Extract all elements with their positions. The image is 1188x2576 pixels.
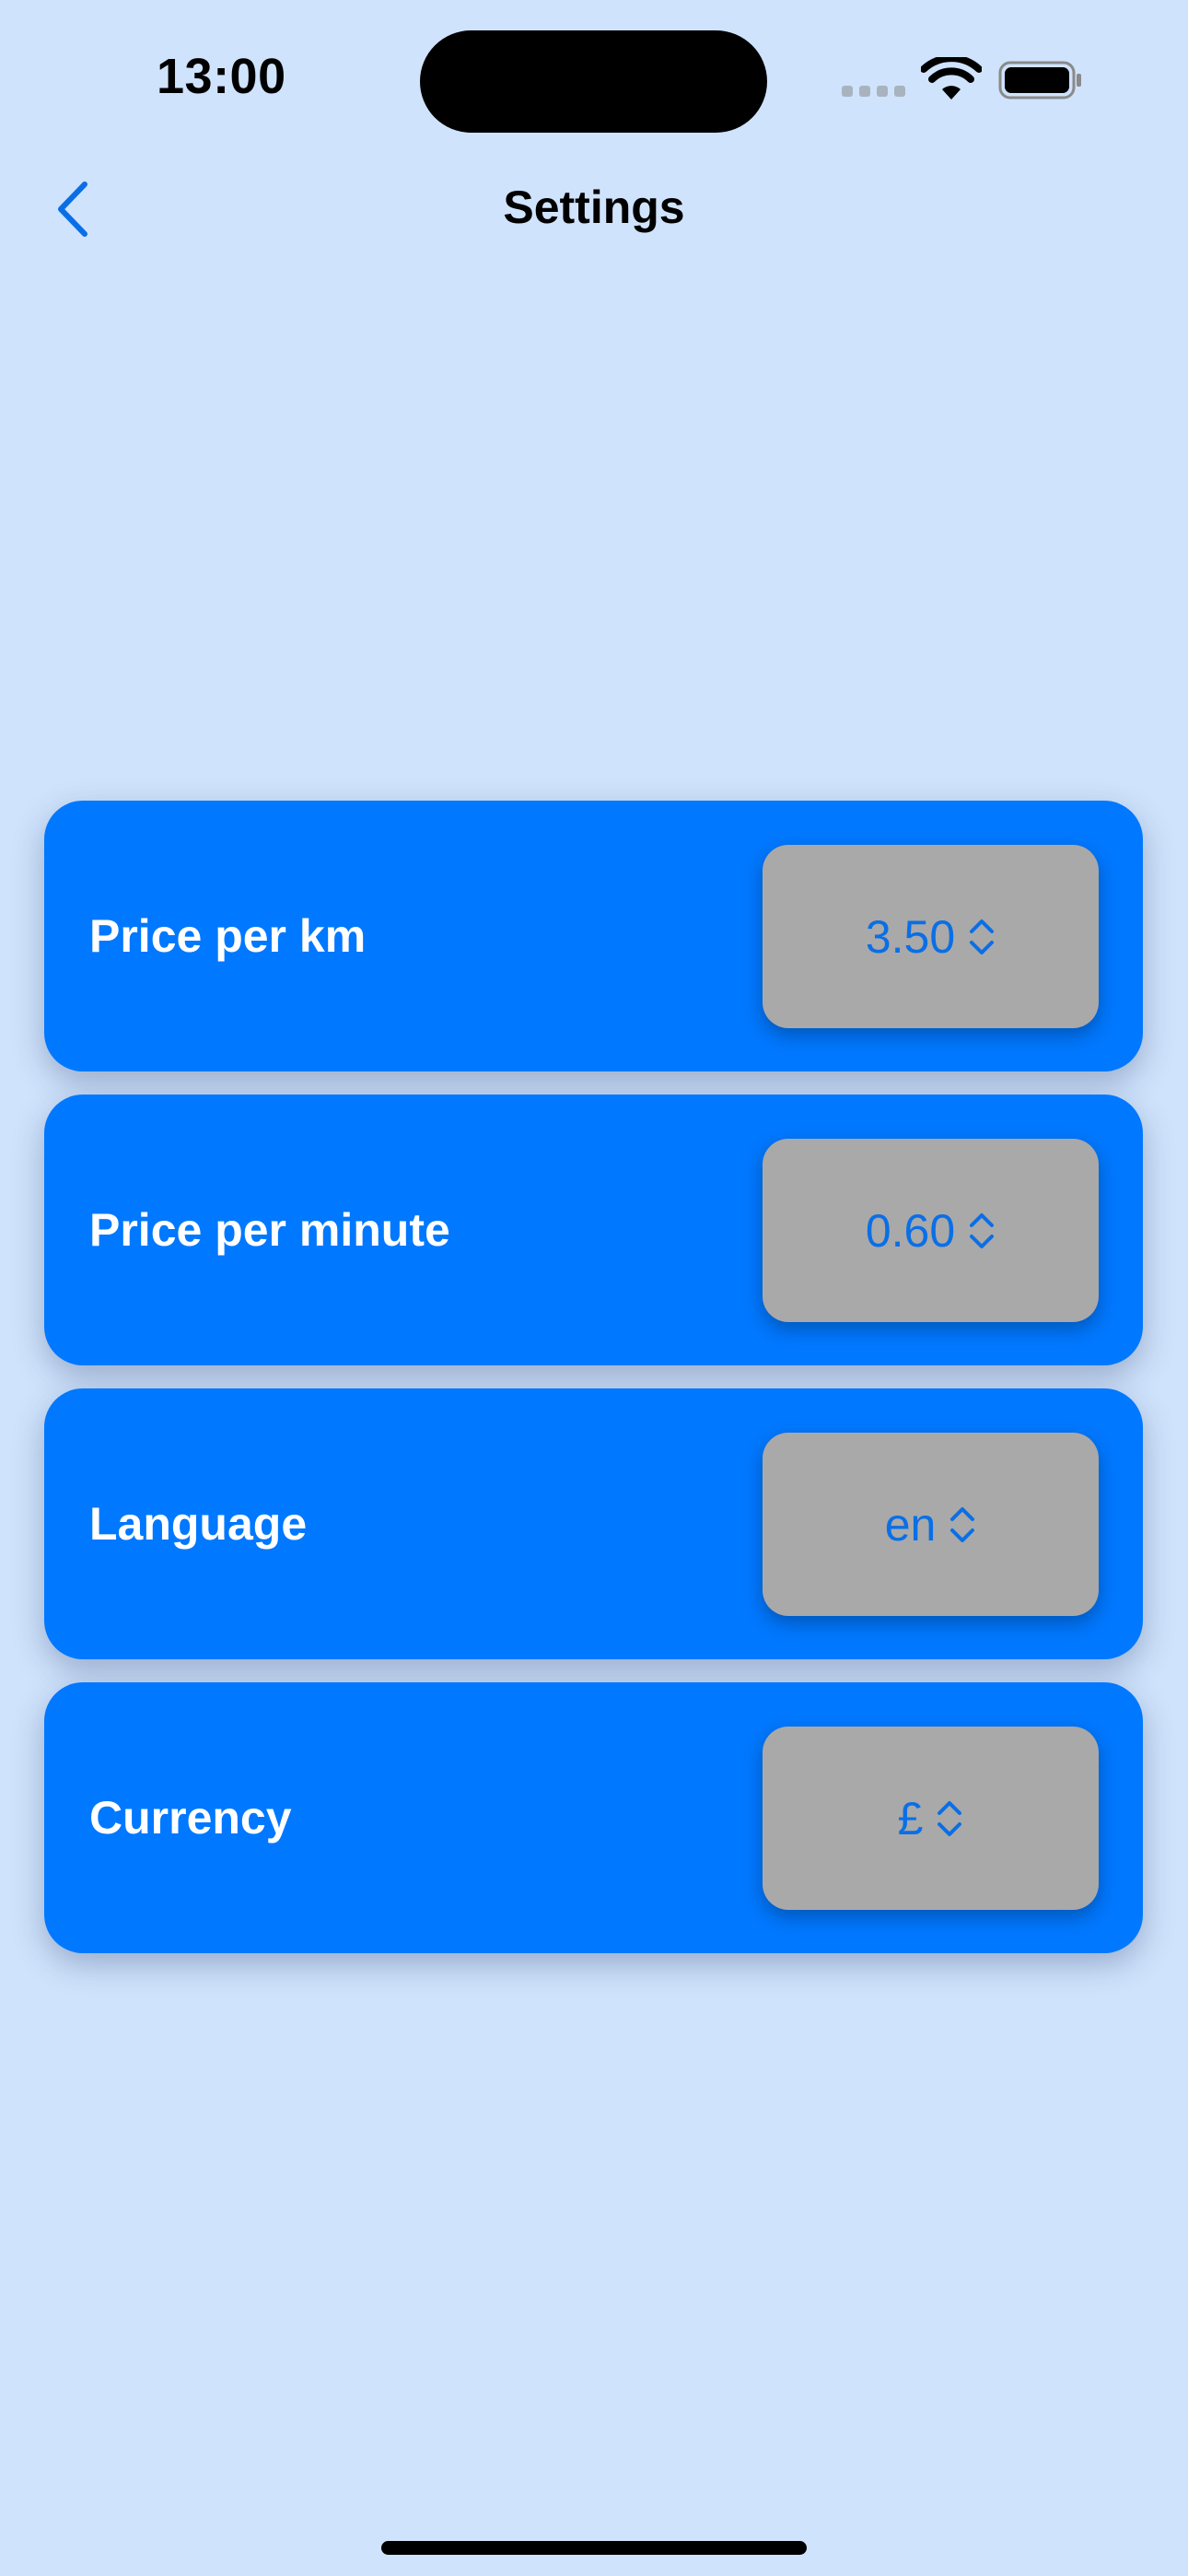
picker-value: 0.60: [865, 1204, 956, 1257]
wifi-icon: [921, 57, 982, 100]
language-picker[interactable]: en: [763, 1433, 1099, 1616]
currency-picker[interactable]: £: [763, 1727, 1099, 1910]
setting-label: Language: [89, 1498, 308, 1550]
home-indicator[interactable]: [381, 2541, 807, 2555]
setting-row-language: Language en: [44, 1388, 1143, 1659]
setting-row-price-per-km: Price per km 3.50: [44, 801, 1143, 1071]
chevron-up-down-icon: [950, 1506, 975, 1542]
picker-value: £: [897, 1792, 924, 1844]
setting-label: Price per minute: [89, 1204, 450, 1256]
price-per-minute-picker[interactable]: 0.60: [763, 1139, 1099, 1322]
settings-list: Price per km 3.50 Price per minute 0.60 …: [44, 801, 1143, 1976]
picker-value: 3.50: [865, 910, 956, 963]
status-time: 13:00: [157, 49, 286, 104]
cellular-signal-icon: [842, 86, 906, 99]
dynamic-island: [420, 30, 767, 133]
setting-label: Price per km: [89, 910, 367, 962]
picker-value: en: [884, 1498, 937, 1551]
chevron-up-down-icon: [938, 1800, 962, 1836]
price-per-km-picker[interactable]: 3.50: [763, 845, 1099, 1028]
setting-label: Currency: [89, 1792, 292, 1844]
setting-row-price-per-minute: Price per minute 0.60: [44, 1095, 1143, 1365]
battery-icon: [998, 61, 1081, 100]
setting-row-currency: Currency £: [44, 1682, 1143, 1953]
page-title: Settings: [503, 181, 685, 233]
chevron-up-down-icon: [970, 1212, 995, 1248]
chevron-up-down-icon: [970, 919, 995, 954]
